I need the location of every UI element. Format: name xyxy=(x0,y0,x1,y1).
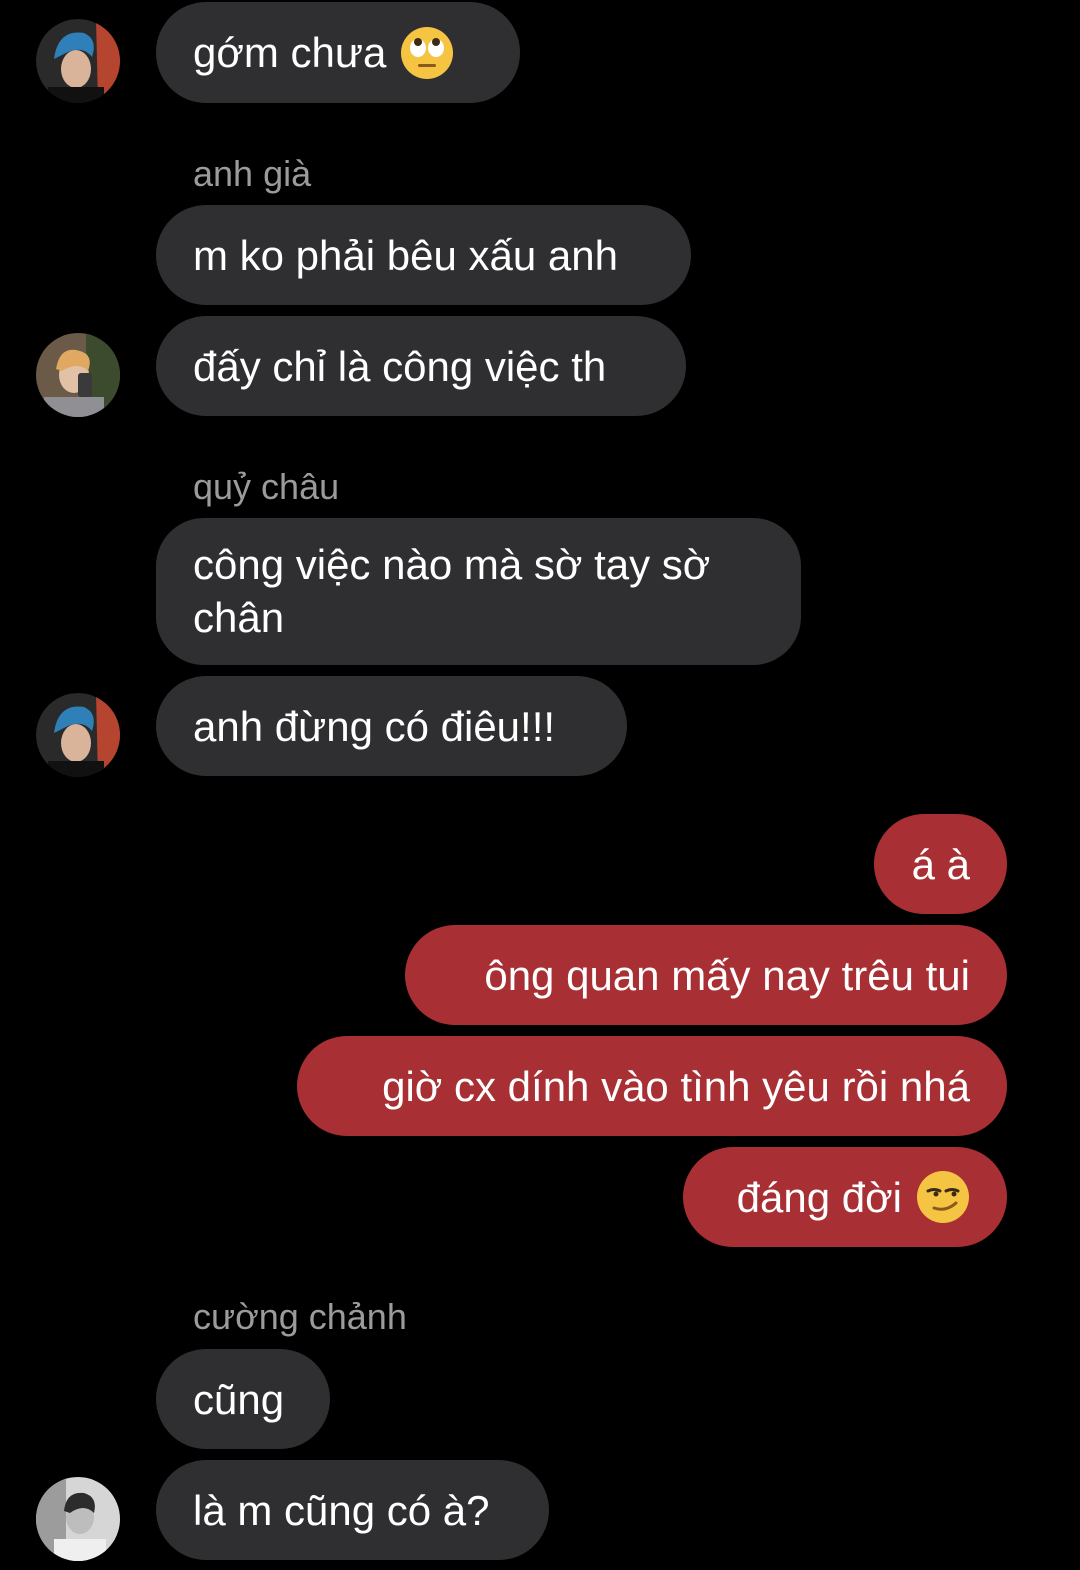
face-with-rolling-eyes-icon xyxy=(400,26,454,80)
message-text: cũng xyxy=(193,1375,285,1423)
message-text: là m cũng có à? xyxy=(193,1486,490,1534)
avatar-blue-hair[interactable] xyxy=(36,693,120,777)
message-bubble[interactable]: là m cũng có à? xyxy=(156,1460,549,1560)
message-bubble[interactable]: anh đừng có điêu!!! xyxy=(156,676,627,776)
smirking-face-icon xyxy=(916,1170,970,1224)
sender-name: anh già xyxy=(193,153,312,194)
message-bubble-outgoing[interactable]: đáng đời xyxy=(683,1147,1007,1247)
message-text: anh đừng có điêu!!! xyxy=(193,702,556,750)
message-bubble-outgoing[interactable]: ông quan mấy nay trêu tui xyxy=(405,925,1007,1025)
message-text: công việc nào mà sờ tay sờ chân xyxy=(193,541,711,641)
message-text: m ko phải bêu xấu anh xyxy=(193,231,618,279)
message-text: đáng đời xyxy=(736,1173,902,1221)
message-text: giờ cx dính vào tình yêu rồi nhá xyxy=(382,1062,970,1110)
sender-name: cường chảnh xyxy=(193,1296,407,1337)
message-bubble-outgoing[interactable]: giờ cx dính vào tình yêu rồi nhá xyxy=(297,1036,1007,1136)
avatar-selfie[interactable] xyxy=(36,333,120,417)
message-text: á à xyxy=(911,840,970,888)
avatar-blue-hair[interactable] xyxy=(36,19,120,103)
message-bubble-outgoing[interactable]: á à xyxy=(874,814,1007,914)
message-bubble[interactable]: cũng xyxy=(156,1349,330,1449)
message-text: đấy chỉ là công việc th xyxy=(193,342,607,390)
message-bubble[interactable]: m ko phải bêu xấu anh xyxy=(156,205,691,305)
message-bubble[interactable]: đấy chỉ là công việc th xyxy=(156,316,686,416)
sender-name: quỷ châu xyxy=(193,466,340,507)
message-text: ông quan mấy nay trêu tui xyxy=(484,951,970,999)
message-bubble[interactable]: công việc nào mà sờ tay sờ chân xyxy=(156,518,801,665)
message-text: gớm chưa xyxy=(193,29,387,76)
message-bubble[interactable]: gớm chưa xyxy=(156,2,520,103)
avatar-grayscale[interactable] xyxy=(36,1477,120,1561)
